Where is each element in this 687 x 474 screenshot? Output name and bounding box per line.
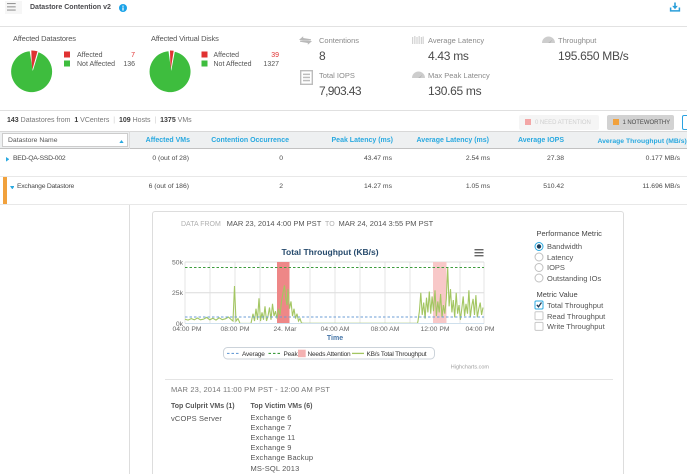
svg-text:50k: 50k: [172, 260, 184, 267]
svg-text:Time: Time: [327, 335, 343, 342]
svg-text:12:00 PM: 12:00 PM: [420, 326, 449, 333]
svg-text:Highcharts.com: Highcharts.com: [451, 365, 490, 371]
svg-text:08:00 PM: 08:00 PM: [220, 326, 249, 333]
svg-text:04:00 AM: 04:00 AM: [321, 326, 350, 333]
svg-text:Average: Average: [242, 351, 265, 358]
svg-text:Total Throughput (KB/s): Total Throughput (KB/s): [281, 247, 378, 257]
svg-text:Needs Attention: Needs Attention: [308, 351, 351, 358]
svg-text:KB/s Total Throughput: KB/s Total Throughput: [367, 351, 427, 358]
svg-text:08:00 AM: 08:00 AM: [371, 326, 400, 333]
svg-text:04:00 PM: 04:00 PM: [465, 326, 494, 333]
svg-text:25k: 25k: [172, 290, 184, 297]
svg-text:Peak: Peak: [284, 351, 299, 358]
svg-text:04:00 PM: 04:00 PM: [172, 326, 201, 333]
svg-text:24. Mar: 24. Mar: [273, 326, 297, 333]
